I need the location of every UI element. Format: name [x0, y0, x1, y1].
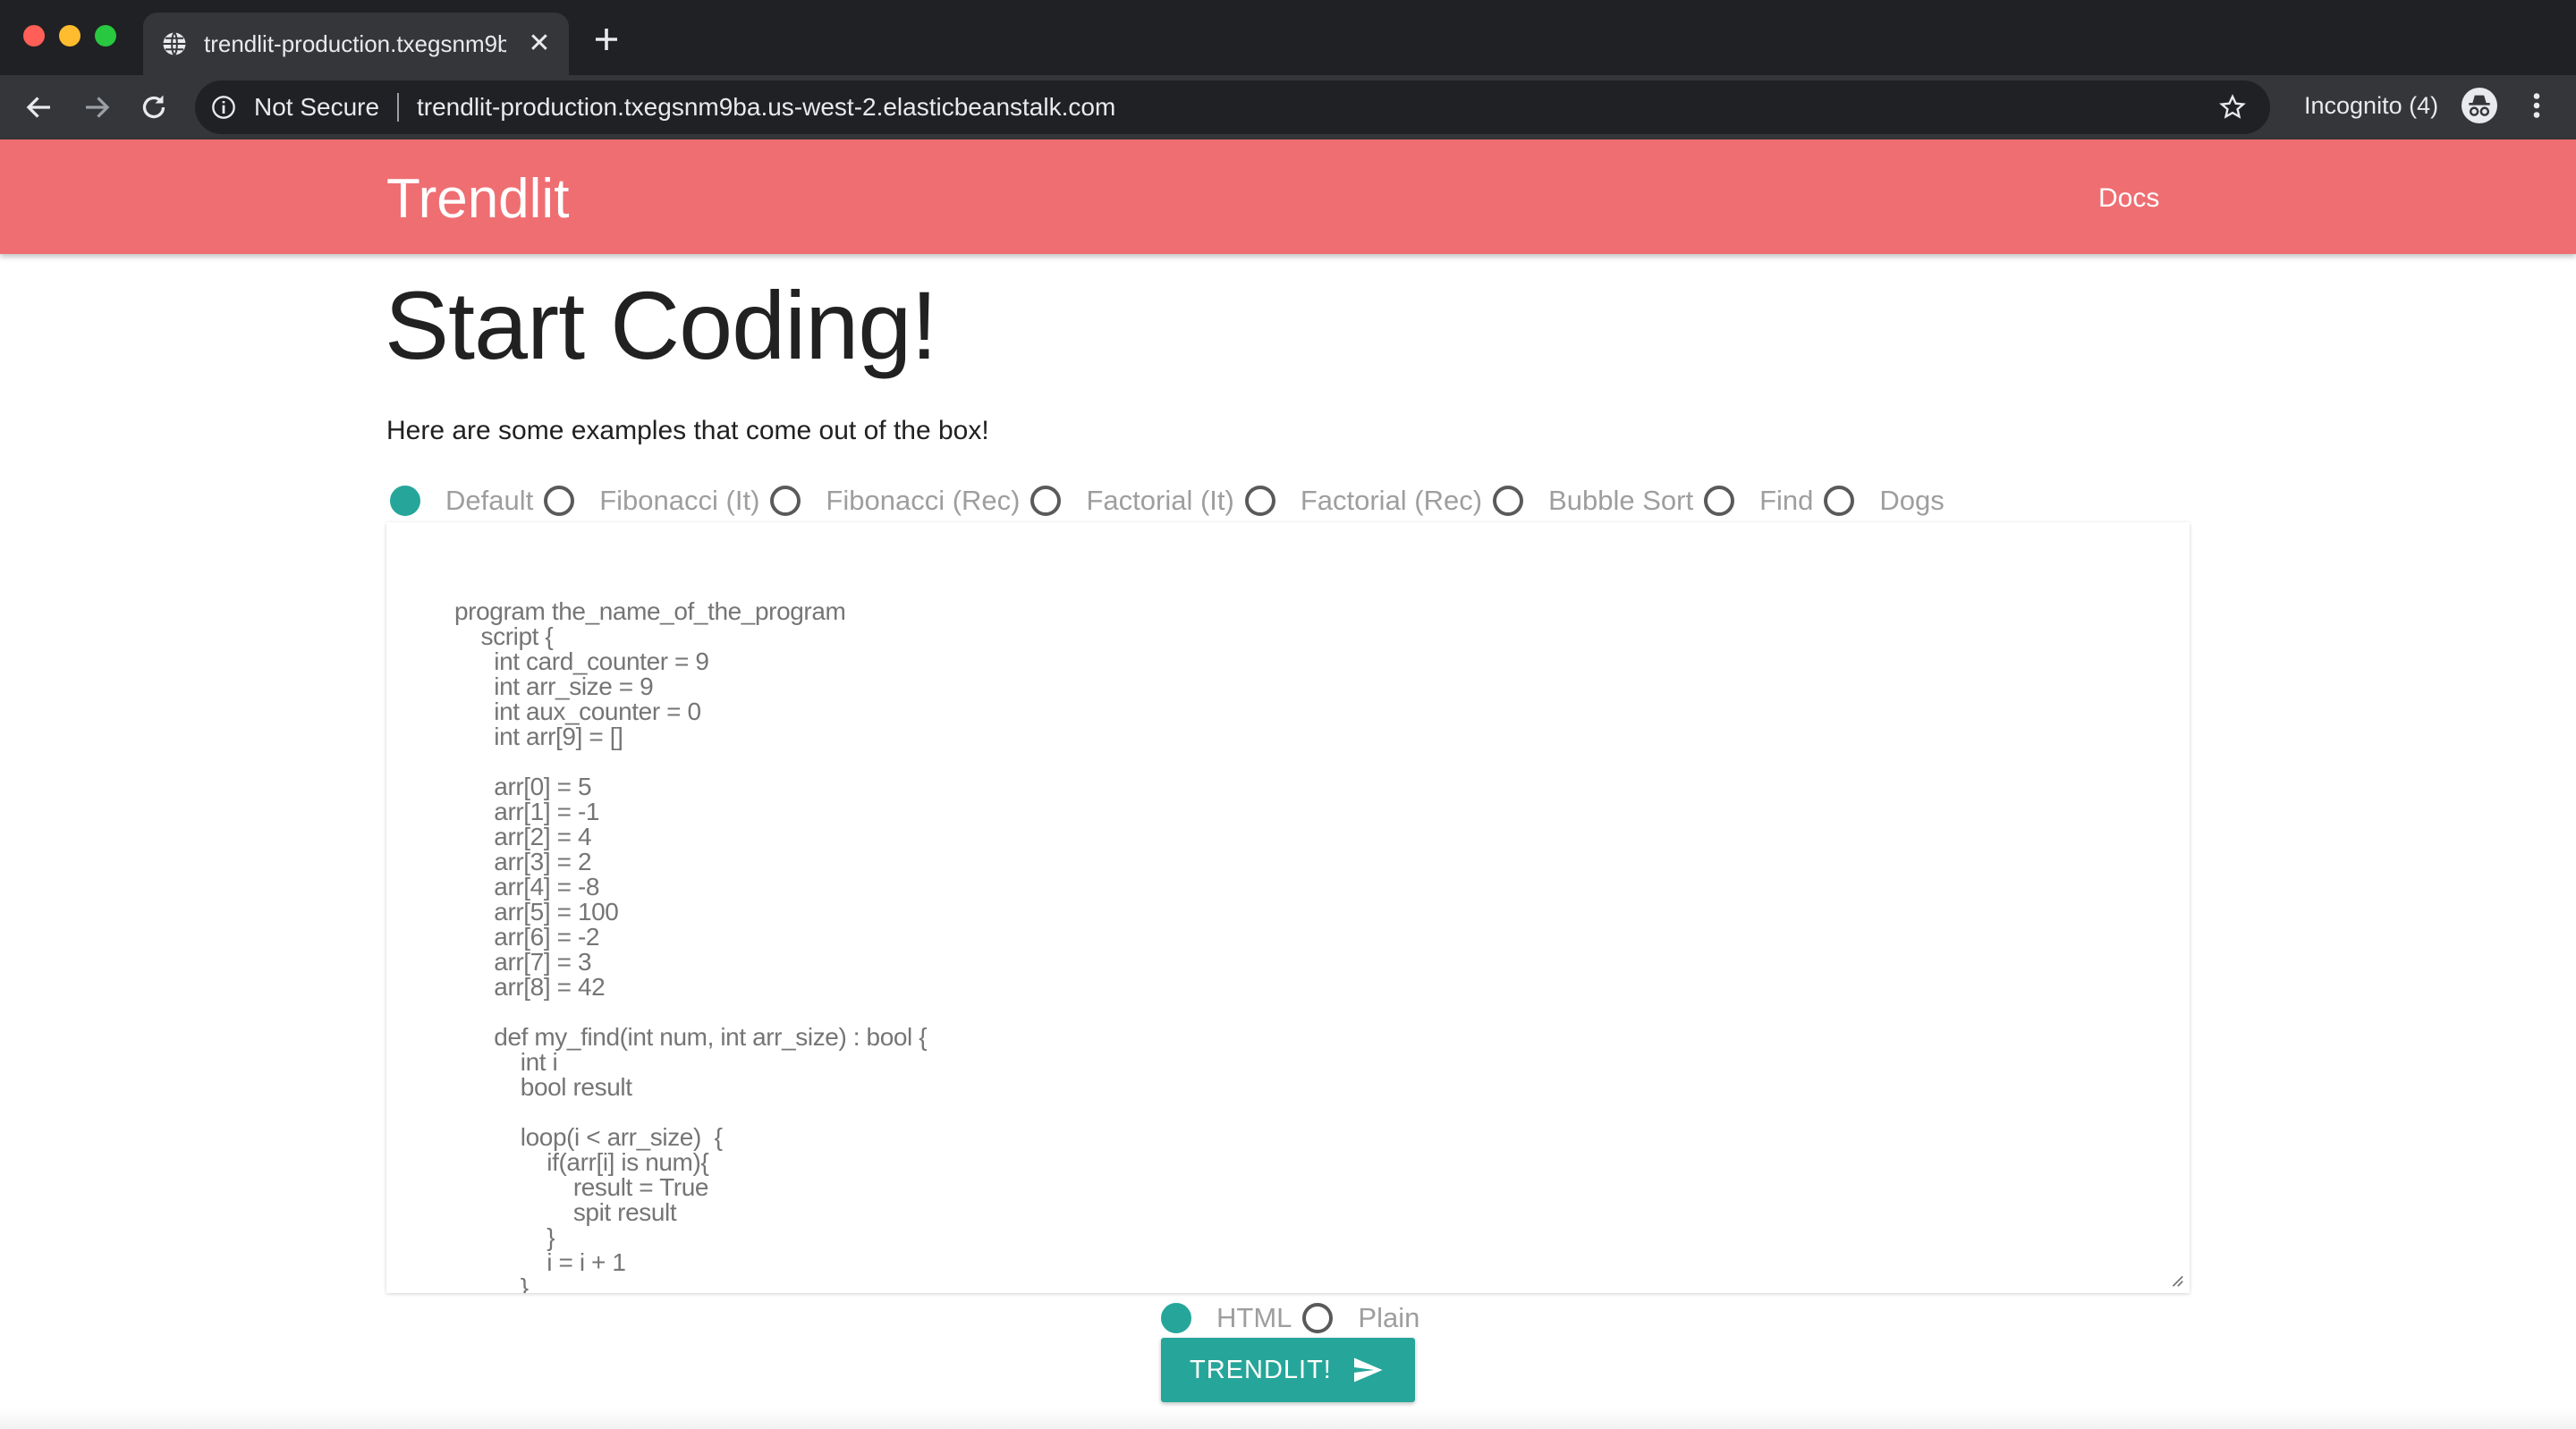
- example-option-factorial-it[interactable]: Factorial (It): [1030, 485, 1234, 517]
- radio-button[interactable]: [1302, 1303, 1334, 1333]
- more-vert-icon[interactable]: [2524, 89, 2549, 122]
- page-subtitle: Here are some examples that come out of …: [386, 416, 989, 445]
- docs-link[interactable]: Docs: [2098, 182, 2159, 215]
- code-textarea[interactable]: program the_name_of_the_program script {…: [454, 599, 928, 1294]
- radio-button[interactable]: [1704, 486, 1735, 516]
- star-icon[interactable]: [2218, 93, 2247, 122]
- url-text[interactable]: trendlit-production.txegsnm9ba.us-west-2…: [417, 93, 1115, 122]
- example-option-label: Factorial (Rec): [1300, 485, 1483, 516]
- app-navbar: Trendlit Docs: [0, 140, 2576, 254]
- back-icon[interactable]: [23, 91, 55, 123]
- page-footer-edge: [0, 1408, 2576, 1429]
- example-option-dogs[interactable]: Dogs: [1824, 485, 1945, 517]
- example-option-fibonacci-rec[interactable]: Fibonacci (Rec): [770, 485, 1020, 517]
- example-option-label: Factorial (It): [1086, 485, 1234, 516]
- radio-button[interactable]: [770, 486, 801, 516]
- plus-icon[interactable]: [590, 23, 623, 55]
- resize-handle-icon[interactable]: [2168, 1272, 2184, 1288]
- tab-title: trendlit-production.txegsnm9ba.us-west-2…: [204, 30, 506, 57]
- browser-toolbar: Not Secure trendlit-production.txegsnm9b…: [0, 75, 2576, 140]
- trendlit-submit-button[interactable]: TRENDLIT!: [1161, 1338, 1415, 1402]
- example-option-default[interactable]: Default: [390, 485, 533, 517]
- address-bar[interactable]: Not Secure trendlit-production.txegsnm9b…: [195, 80, 2270, 134]
- url-separator: [397, 93, 399, 122]
- output-format-selector: HTML Plain: [1161, 1298, 1430, 1338]
- radio-button[interactable]: [1244, 486, 1275, 516]
- radio-button[interactable]: [390, 486, 420, 516]
- example-option-label: Fibonacci (It): [599, 485, 760, 516]
- example-option-label: Default: [445, 485, 534, 516]
- close-icon[interactable]: ✕: [526, 30, 553, 57]
- code-editor[interactable]: program the_name_of_the_program script {…: [386, 522, 2190, 1293]
- radio-button[interactable]: [544, 486, 575, 516]
- forward-icon[interactable]: [80, 91, 113, 123]
- output-option-label: HTML: [1216, 1302, 1292, 1333]
- send-icon: [1354, 1357, 1383, 1382]
- window-minimize-button[interactable]: [59, 25, 80, 47]
- example-option-label: Bubble Sort: [1548, 485, 1694, 516]
- output-option-html[interactable]: HTML: [1161, 1302, 1292, 1334]
- radio-button[interactable]: [1824, 486, 1855, 516]
- radio-button[interactable]: [1161, 1303, 1191, 1333]
- browser-tab-bar: trendlit-production.txegsnm9ba.us-west-2…: [0, 0, 2576, 75]
- globe-icon: [163, 31, 186, 56]
- example-option-fibonacci-it[interactable]: Fibonacci (It): [544, 485, 759, 517]
- example-option-label: Find: [1759, 485, 1814, 516]
- reload-icon[interactable]: [138, 91, 170, 123]
- example-selector: Default Fibonacci (It) Fibonacci (Rec) F…: [390, 481, 1955, 520]
- output-option-label: Plain: [1358, 1302, 1420, 1333]
- example-option-label: Dogs: [1879, 485, 1945, 516]
- example-option-find[interactable]: Find: [1704, 485, 1813, 517]
- radio-button[interactable]: [1030, 486, 1062, 516]
- info-icon[interactable]: [211, 95, 236, 120]
- browser-tab[interactable]: trendlit-production.txegsnm9ba.us-west-2…: [143, 13, 569, 75]
- security-label[interactable]: Not Secure: [254, 93, 379, 122]
- incognito-label[interactable]: Incognito (4): [2304, 91, 2438, 120]
- page-title: Start Coding!: [385, 271, 937, 379]
- window-close-button[interactable]: [23, 25, 45, 47]
- radio-button[interactable]: [1493, 486, 1524, 516]
- submit-button-label: TRENDLIT!: [1190, 1356, 1332, 1384]
- example-option-bubble-sort[interactable]: Bubble Sort: [1493, 485, 1693, 517]
- incognito-icon[interactable]: [2462, 88, 2497, 123]
- example-option-label: Fibonacci (Rec): [826, 485, 1021, 516]
- brand-logo[interactable]: Trendlit: [386, 168, 569, 231]
- window-zoom-button[interactable]: [95, 25, 116, 47]
- example-option-factorial-rec[interactable]: Factorial (Rec): [1244, 485, 1483, 517]
- output-option-plain[interactable]: Plain: [1302, 1302, 1419, 1334]
